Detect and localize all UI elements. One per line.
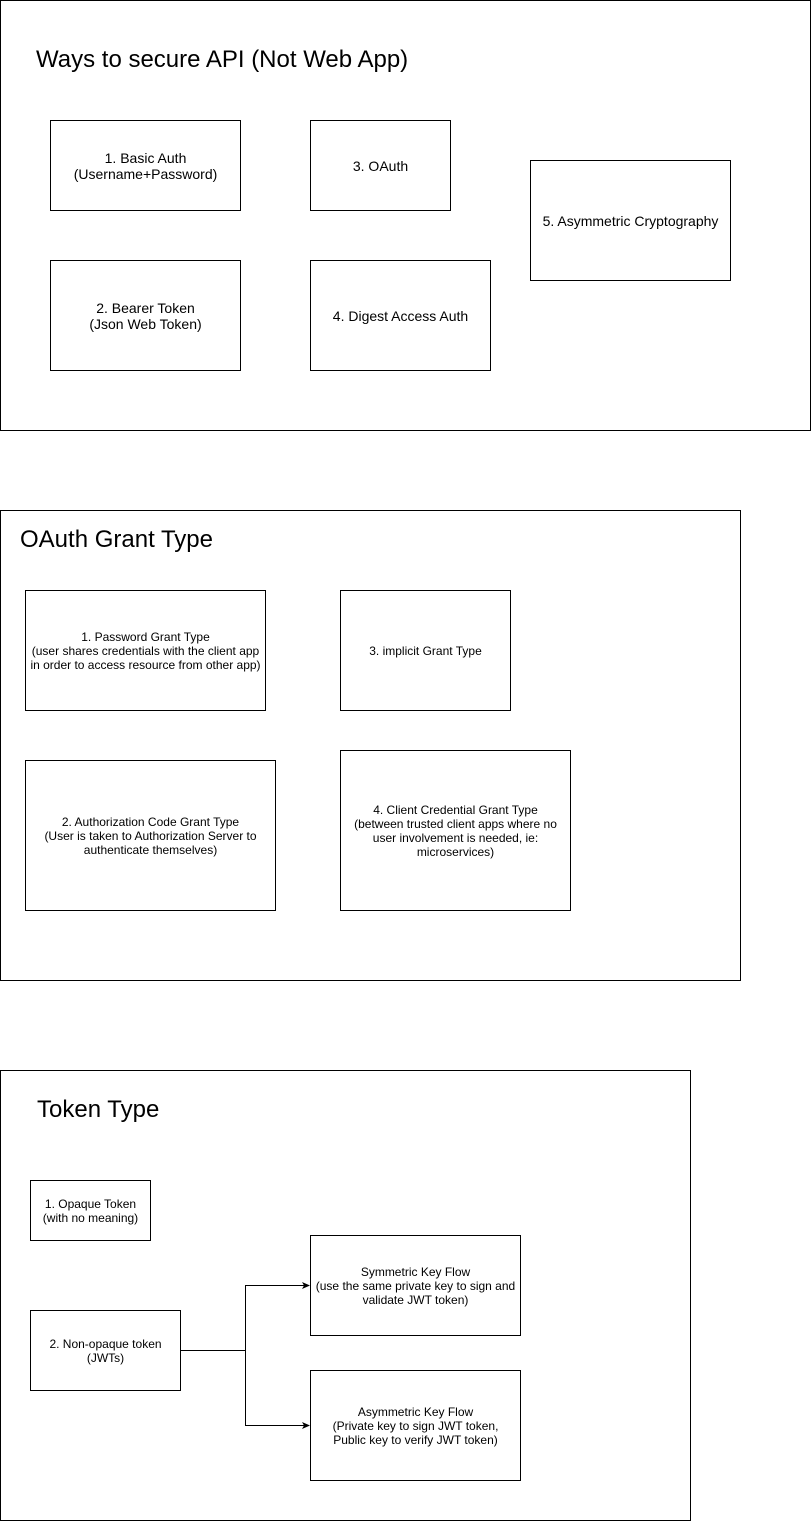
symmetric-key-flow-box: Symmetric Key Flow (use the same private… [310,1235,521,1336]
asymmetric-key-flow-box: Asymmetric Key Flow (Private key to sign… [310,1370,521,1481]
implicit-grant-label: 3. implicit Grant Type [369,643,482,658]
token-type-title: Token Type [37,1096,160,1123]
oauth-label: 3. OAuth [352,157,409,174]
symmetric-key-flow-label: Symmetric Key Flow (use the same private… [315,1264,516,1307]
asymmetric-crypto-label: 5. Asymmetric Cryptography [542,212,719,229]
non-opaque-token-box: 2. Non-opaque token (JWTs) [30,1310,181,1391]
asymmetric-key-flow-label: Asymmetric Key Flow (Private key to sign… [332,1404,499,1447]
opaque-token-label: 1. Opaque Token (with no meaning) [42,1196,139,1225]
basic-auth-box: 1. Basic Auth (Username+Password) [50,120,241,211]
opaque-token-box: 1. Opaque Token (with no meaning) [30,1180,151,1241]
oauth-grant-title: OAuth Grant Type [20,526,213,553]
secure-api-title: Ways to secure API (Not Web App) [36,46,409,73]
password-grant-box: 1. Password Grant Type (user shares cred… [25,590,266,711]
bearer-token-box: 2. Bearer Token (Json Web Token) [50,260,241,371]
client-credential-grant-label: 4. Client Credential Grant Type (between… [354,802,557,859]
implicit-grant-box: 3. implicit Grant Type [340,590,511,711]
oauth-box: 3. OAuth [310,120,451,211]
authorization-code-grant-label: 2. Authorization Code Grant Type (User i… [44,814,257,857]
password-grant-label: 1. Password Grant Type (user shares cred… [30,629,261,672]
client-credential-grant-box: 4. Client Credential Grant Type (between… [340,750,571,911]
authorization-code-grant-box: 2. Authorization Code Grant Type (User i… [25,760,276,911]
asymmetric-crypto-box: 5. Asymmetric Cryptography [530,160,731,281]
non-opaque-token-label: 2. Non-opaque token (JWTs) [49,1336,162,1365]
digest-auth-box: 4. Digest Access Auth [310,260,491,371]
digest-auth-label: 4. Digest Access Auth [332,307,469,324]
basic-auth-label: 1. Basic Auth (Username+Password) [73,149,218,182]
bearer-token-label: 2. Bearer Token (Json Web Token) [89,299,202,332]
